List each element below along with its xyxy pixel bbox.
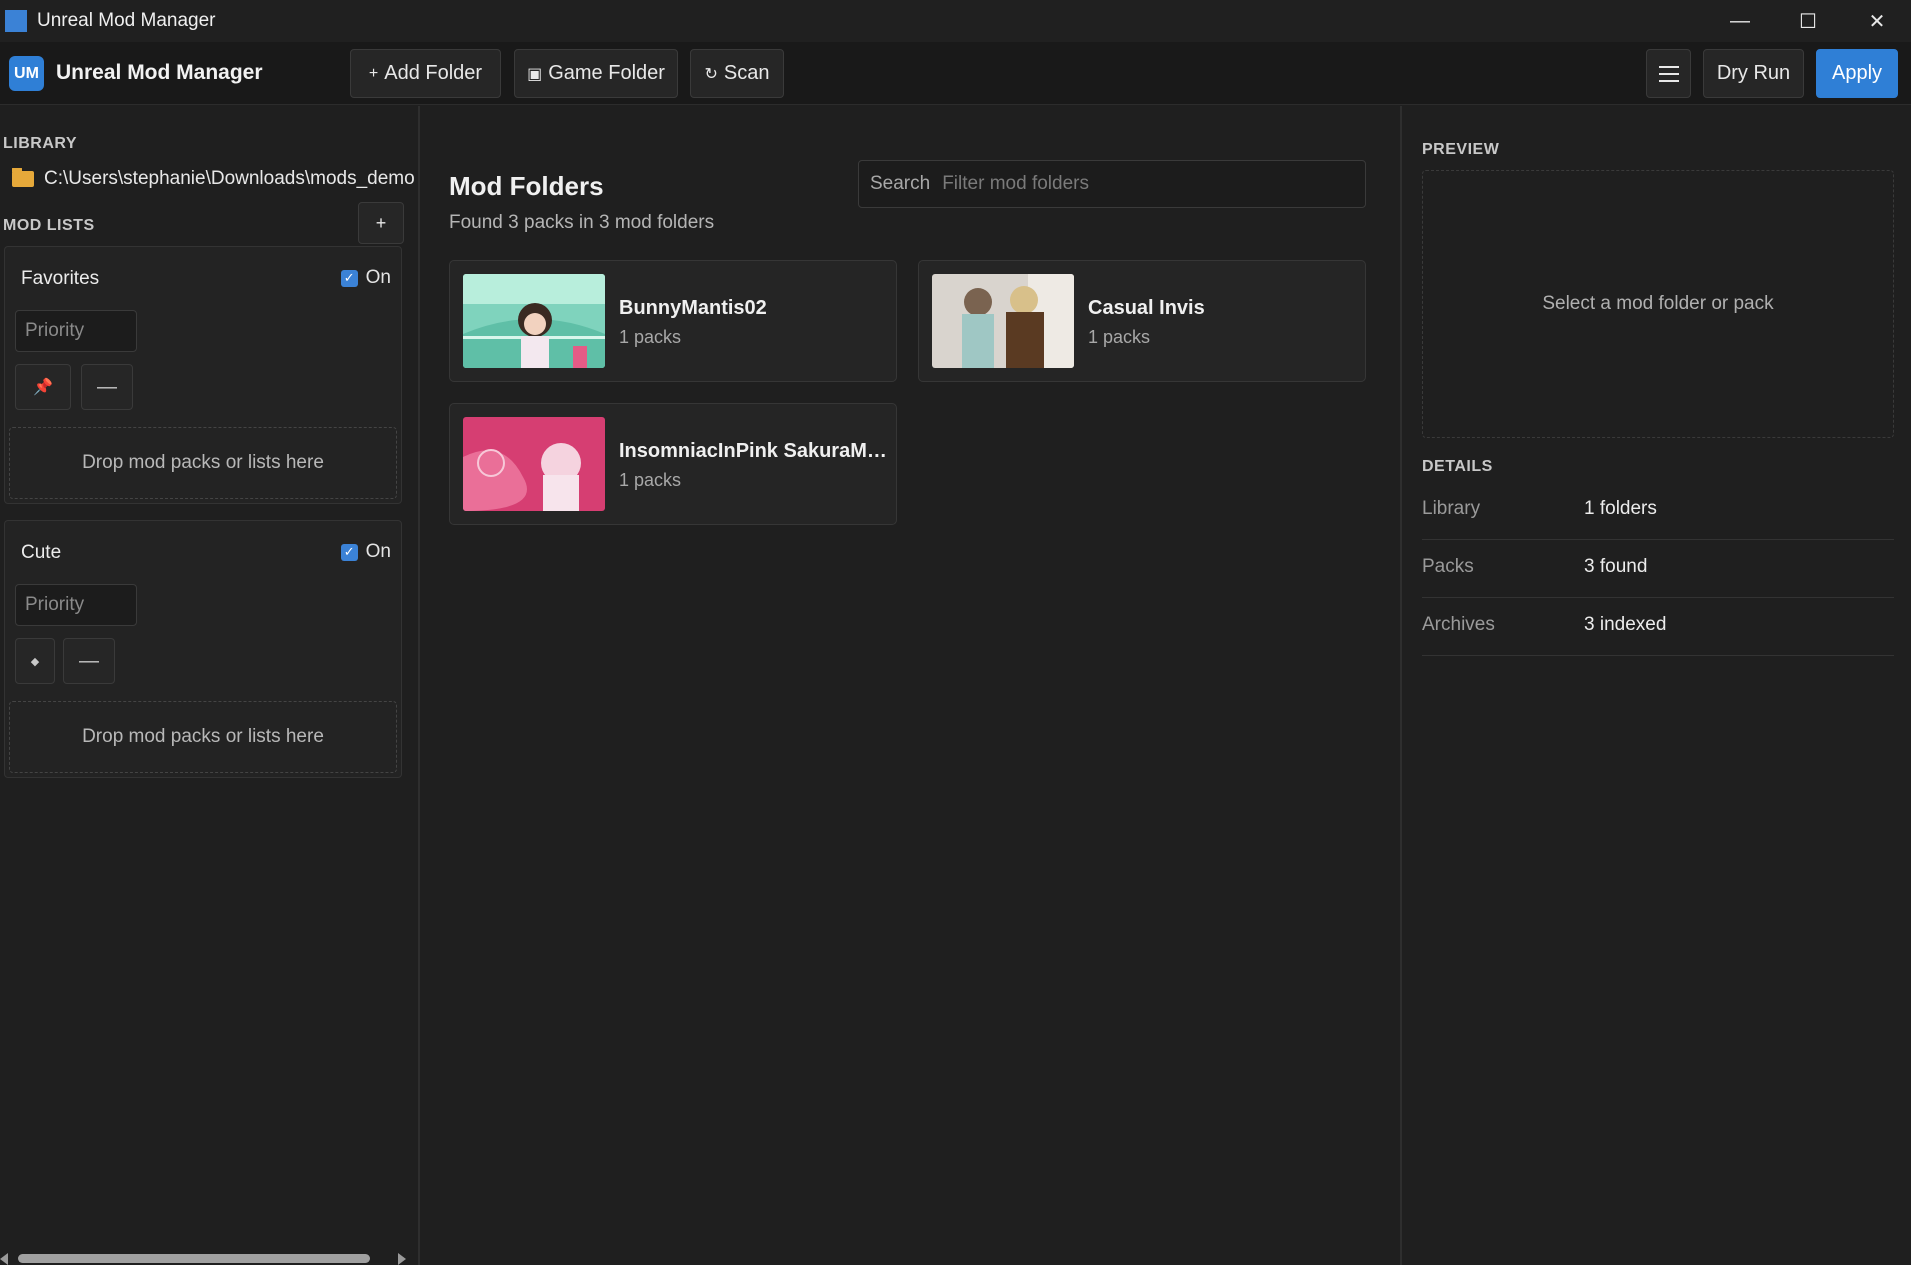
mod-thumbnail xyxy=(463,274,605,368)
drop-zone[interactable]: Drop mod packs or lists here xyxy=(9,701,397,773)
list-name: Favorites xyxy=(21,268,100,289)
mod-list-favorites: Favorites ✓ On Priority 📌 — Drop mod pac… xyxy=(4,246,402,504)
sidebar-divider[interactable] xyxy=(418,106,420,1265)
detail-key: Packs xyxy=(1422,556,1474,577)
mod-lists-heading: MOD LISTS xyxy=(3,217,95,234)
preview-area: Select a mod folder or pack xyxy=(1422,170,1894,438)
mod-pack-count: 1 packs xyxy=(619,327,682,347)
toggle-label: On xyxy=(365,541,391,562)
mod-thumbnail xyxy=(463,417,605,511)
detail-value: 3 indexed xyxy=(1584,614,1667,635)
scrollbar-thumb[interactable] xyxy=(18,1254,370,1263)
library-path: C:\Users\stephanie\Downloads\mods_demo xyxy=(44,168,415,189)
mod-folder-card[interactable]: Casual Invis 1 packs xyxy=(918,260,1366,382)
mod-folder-name: Casual Invis xyxy=(1088,297,1205,319)
scroll-left-icon[interactable] xyxy=(0,1253,8,1265)
search-input[interactable] xyxy=(942,173,1323,195)
pin-icon: ◆ xyxy=(30,655,40,668)
folder-icon xyxy=(12,168,34,187)
mod-thumbnail xyxy=(932,274,1074,368)
minimize-button[interactable]: — xyxy=(1705,0,1775,42)
window-title: Unreal Mod Manager xyxy=(37,10,216,31)
mod-folder-card[interactable]: InsomniacInPink SakuraMilk Peri 1 packs xyxy=(449,403,897,525)
detail-row-packs: Packs 3 found xyxy=(1422,540,1894,598)
checkbox-checked-icon: ✓ xyxy=(340,543,358,561)
mod-list-cute: Cute ✓ On Priority ◆ — Drop mod packs or… xyxy=(4,520,402,778)
pin-button[interactable]: 📌 xyxy=(15,364,71,410)
mod-pack-count: 1 packs xyxy=(619,470,682,490)
search-label: Search xyxy=(870,173,931,194)
app-toolbar: UM Unreal Mod Manager + Add Folder ▣ Gam… xyxy=(0,42,1911,105)
game-folder-button[interactable]: ▣ Game Folder xyxy=(514,49,678,98)
scan-label: Scan xyxy=(723,62,770,84)
pin-icon: 📌 xyxy=(33,379,53,396)
pin-button[interactable]: ◆ xyxy=(15,638,55,684)
drop-zone[interactable]: Drop mod packs or lists here xyxy=(9,427,397,499)
checkbox-checked-icon: ✓ xyxy=(340,269,358,287)
app-logo: UM xyxy=(9,56,44,91)
list-name: Cute xyxy=(21,542,62,563)
mod-pack-count: 1 packs xyxy=(1088,327,1151,347)
scan-button[interactable]: ↻ Scan xyxy=(690,49,784,98)
sidebar-horizontal-scrollbar[interactable] xyxy=(0,1252,418,1265)
toggle-label: On xyxy=(365,267,391,288)
menu-button[interactable] xyxy=(1646,49,1691,98)
maximize-button[interactable]: ☐ xyxy=(1773,0,1843,42)
add-folder-label: Add Folder xyxy=(384,62,483,84)
add-folder-button[interactable]: + Add Folder xyxy=(350,49,501,98)
hamburger-icon xyxy=(1658,65,1679,82)
search-box[interactable]: Search xyxy=(858,160,1366,208)
dry-run-button[interactable]: Dry Run xyxy=(1703,49,1804,98)
priority-input[interactable]: Priority xyxy=(15,310,137,352)
scroll-right-icon[interactable] xyxy=(398,1253,406,1265)
game-folder-label: Game Folder xyxy=(548,62,665,84)
preview-heading: PREVIEW xyxy=(1422,141,1500,158)
list-enabled-toggle[interactable]: ✓ On xyxy=(340,541,391,563)
mod-folder-name: BunnyMantis02 xyxy=(619,297,767,319)
plus-icon: + xyxy=(368,64,379,82)
refresh-icon: ↻ xyxy=(704,65,718,83)
list-enabled-toggle[interactable]: ✓ On xyxy=(340,267,391,289)
window-titlebar: Unreal Mod Manager xyxy=(0,0,1911,42)
remove-list-button[interactable]: — xyxy=(63,638,115,684)
library-path-item[interactable]: C:\Users\stephanie\Downloads\mods_demo xyxy=(12,168,418,190)
game-folder-icon: ▣ xyxy=(527,65,543,83)
details-heading: DETAILS xyxy=(1422,458,1493,475)
detail-value: 1 folders xyxy=(1584,498,1657,519)
detail-key: Archives xyxy=(1422,614,1495,635)
scan-summary: Found 3 packs in 3 mod folders xyxy=(449,212,715,233)
app-icon xyxy=(5,10,27,32)
mod-folder-name: InsomniacInPink SakuraMilk Peri xyxy=(619,440,889,462)
detail-row-library: Library 1 folders xyxy=(1422,482,1894,540)
add-list-button[interactable]: + xyxy=(358,202,404,244)
app-brand: Unreal Mod Manager xyxy=(56,61,263,84)
close-button[interactable]: ✕ xyxy=(1842,0,1911,42)
right-panel-divider[interactable] xyxy=(1400,106,1402,1265)
priority-input[interactable]: Priority xyxy=(15,584,137,626)
detail-row-archives: Archives 3 indexed xyxy=(1422,598,1894,656)
detail-value: 3 found xyxy=(1584,556,1648,577)
page-title: Mod Folders xyxy=(449,171,604,201)
library-heading: LIBRARY xyxy=(3,135,78,152)
detail-key: Library xyxy=(1422,498,1481,519)
remove-list-button[interactable]: — xyxy=(81,364,133,410)
mod-folder-card[interactable]: BunnyMantis02 1 packs xyxy=(449,260,897,382)
apply-button[interactable]: Apply xyxy=(1816,49,1898,98)
